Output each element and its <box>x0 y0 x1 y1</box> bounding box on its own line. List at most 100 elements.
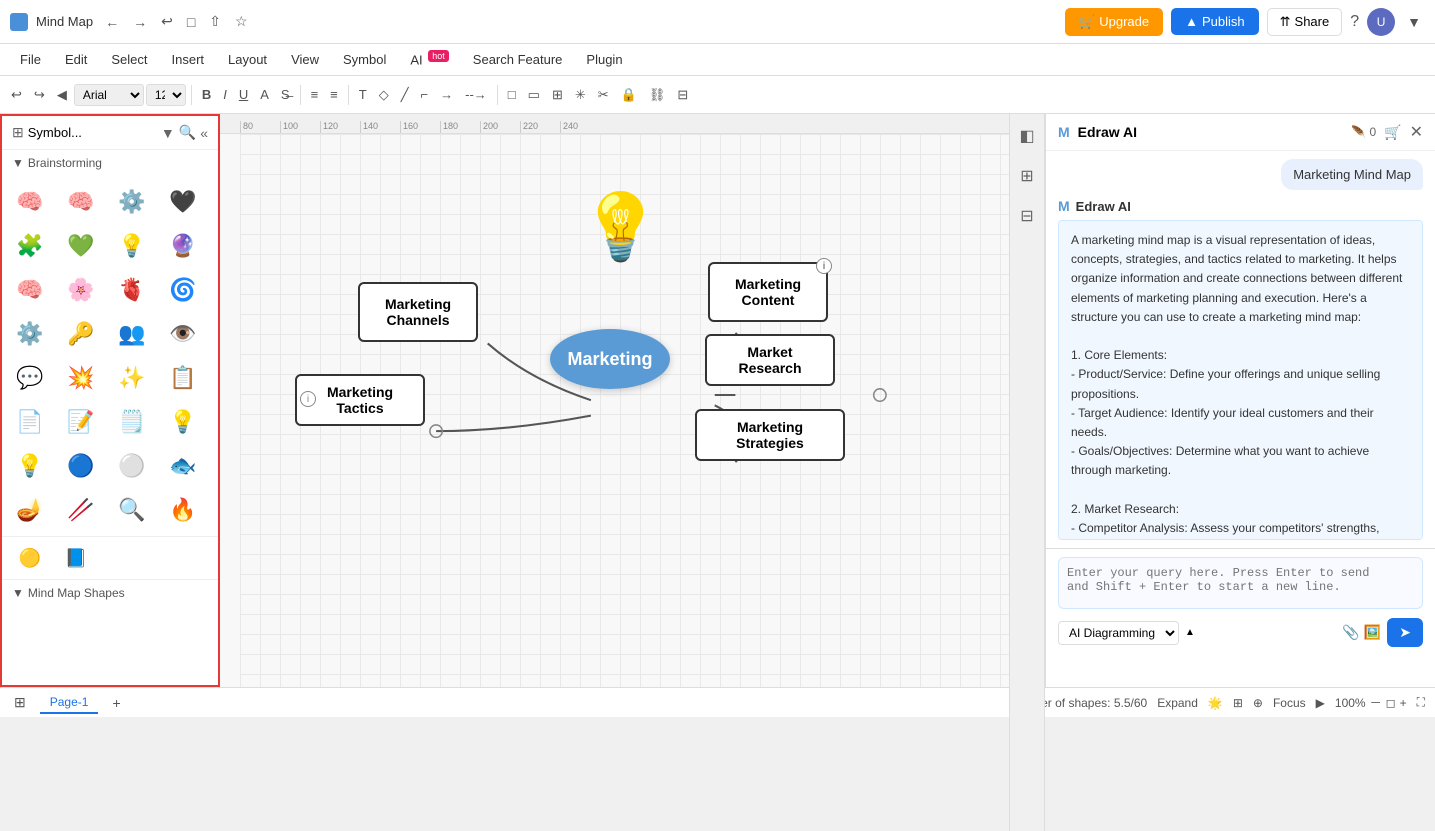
icon-red-brain[interactable]: 🧠 <box>10 270 50 310</box>
icon-teal-brain[interactable]: 💚 <box>61 226 101 266</box>
redo-toolbar[interactable]: ↪ <box>29 84 50 106</box>
icon-list-doc[interactable]: 📄 <box>10 402 50 442</box>
forward-btn[interactable]: → <box>129 12 151 32</box>
style-panel-btn[interactable]: ◧ <box>1015 122 1038 150</box>
icon-gear-head[interactable]: ⚙️ <box>112 182 152 222</box>
menu-symbol[interactable]: Symbol <box>333 48 396 71</box>
underline-btn[interactable]: U <box>234 84 253 105</box>
menu-ai[interactable]: AI hot <box>400 47 458 71</box>
icon-chat-yellow[interactable]: 💬 <box>10 358 50 398</box>
snap-btn[interactable]: ✳ <box>570 84 591 106</box>
icon-key-yellow[interactable]: 🔑 <box>61 314 101 354</box>
help-button[interactable]: ? <box>1350 13 1359 31</box>
menu-edit[interactable]: Edit <box>55 48 97 71</box>
icon-brain-puzzle[interactable]: 🧠 <box>61 182 101 222</box>
icon-doc-cartoon[interactable]: 📋 <box>163 358 203 398</box>
maximize-icon[interactable]: □ <box>183 12 199 32</box>
bold-btn[interactable]: B <box>197 84 216 105</box>
menu-view[interactable]: View <box>281 48 329 71</box>
sidebar-search-btn[interactable]: 🔍 <box>179 124 196 141</box>
icon-dark-head[interactable]: 🖤 <box>163 182 203 222</box>
link-btn[interactable]: ⛓ <box>644 84 671 106</box>
align-btn2[interactable]: ≡ <box>325 84 343 105</box>
publish-button[interactable]: ▲ Publish <box>1171 8 1259 35</box>
menu-insert[interactable]: Insert <box>162 48 215 71</box>
font-size-select[interactable]: 12 <box>146 84 186 106</box>
section-mind-map[interactable]: ▼ Mind Map Shapes <box>2 579 218 606</box>
dash-btn[interactable]: --→ <box>460 84 492 105</box>
fill-btn[interactable]: ◇ <box>374 84 394 106</box>
undo-toolbar[interactable]: ↩ <box>6 84 27 106</box>
icon-bulb-white[interactable]: ⚪ <box>112 446 152 486</box>
prev-toolbar[interactable]: ◀ <box>52 84 72 106</box>
icon-gear-orange[interactable]: ⚙️ <box>10 314 50 354</box>
rp-close-btn[interactable]: ✕ <box>1410 122 1423 142</box>
sidebar-expand-btn[interactable]: ▼ <box>161 125 175 141</box>
node-market-research[interactable]: Market Research <box>705 334 835 386</box>
table-btn[interactable]: ⊟ <box>672 84 693 106</box>
icon-bulb-stand[interactable]: 🪔 <box>10 490 50 530</box>
section-brainstorming[interactable]: ▼ Brainstorming <box>2 150 218 176</box>
menu-layout[interactable]: Layout <box>218 48 277 71</box>
icon-eye-teal[interactable]: 👁️ <box>163 314 203 354</box>
menu-select[interactable]: Select <box>101 48 157 71</box>
shape-yellow-box[interactable]: 🟡 <box>10 543 50 573</box>
zoom-out-btn[interactable]: － <box>1370 694 1382 711</box>
chat-send-btn[interactable]: ➤ <box>1387 618 1423 647</box>
icon-bulb-bright[interactable]: 💡 <box>10 446 50 486</box>
undo-btn[interactable]: ↩ <box>157 11 177 32</box>
font-color-btn[interactable]: A <box>255 84 274 105</box>
ai-mode-select[interactable]: AI Diagramming <box>1058 621 1179 645</box>
dropdown-btn[interactable]: ▼ <box>1403 12 1425 32</box>
grid-view-btn[interactable]: ⊟ <box>1016 202 1037 230</box>
zoom-fit-btn[interactable]: ◻ <box>1386 696 1396 710</box>
lock-btn[interactable]: 🔒 <box>616 84 642 106</box>
page-tab-1[interactable]: Page-1 <box>40 692 99 714</box>
icon-hand-idea[interactable]: 💡 <box>112 226 152 266</box>
layout-btn[interactable]: ⊞ <box>547 84 568 106</box>
crop-btn[interactable]: ✂ <box>593 84 614 106</box>
align-center-btn[interactable]: ≡ <box>306 84 324 105</box>
shape2-btn[interactable]: ▭ <box>523 84 545 106</box>
italic-btn[interactable]: I <box>218 84 232 105</box>
line-btn[interactable]: ╱ <box>396 84 414 106</box>
arrow-btn[interactable]: → <box>435 84 458 105</box>
info-icon-content[interactable]: i <box>816 258 832 274</box>
icon-stick-orange[interactable]: 🥢 <box>61 490 101 530</box>
layers-btn[interactable]: ⊞ <box>1016 162 1037 190</box>
icon-team-orange[interactable]: 👥 <box>112 314 152 354</box>
menu-plugin[interactable]: Plugin <box>576 48 632 71</box>
chat-input-field[interactable] <box>1058 557 1423 609</box>
icon-pink-brain[interactable]: 🌸 <box>61 270 101 310</box>
menu-search-feature[interactable]: Search Feature <box>463 48 573 71</box>
icon-burst-red[interactable]: 💥 <box>61 358 101 398</box>
strikethrough-btn[interactable]: S̶ <box>276 84 295 105</box>
node-marketing-strategies[interactable]: Marketing Strategies <box>695 409 845 461</box>
sidebar-close-btn[interactable]: « <box>200 124 208 141</box>
focus-btn[interactable]: ⊕ <box>1253 696 1263 710</box>
add-page-btn[interactable]: + <box>108 693 124 713</box>
icon-star-yellow[interactable]: ✨ <box>112 358 152 398</box>
expand-btn[interactable]: Expand <box>1157 696 1198 710</box>
menu-file[interactable]: File <box>10 48 51 71</box>
icon-pencil-doc[interactable]: 📝 <box>61 402 101 442</box>
icon-fish-bulb[interactable]: 🐟 <box>163 446 203 486</box>
icon-magnifier[interactable]: 🔍 <box>112 490 152 530</box>
layers-icon-btn[interactable]: ⊞ <box>1233 696 1243 710</box>
icon-spiral-brain[interactable]: 🌀 <box>163 270 203 310</box>
upgrade-button[interactable]: 🛒 Upgrade <box>1065 8 1163 36</box>
text-btn[interactable]: T <box>354 84 372 105</box>
play-btn[interactable]: ▶ <box>1316 696 1325 710</box>
star-icon[interactable]: ☆ <box>231 11 252 32</box>
info-icon-tactics[interactable]: i <box>300 391 316 407</box>
font-select[interactable]: Arial <box>74 84 144 106</box>
avatar[interactable]: U <box>1367 8 1395 36</box>
icon-bulb-yellow[interactable]: 💡 <box>163 402 203 442</box>
page-layout-btn[interactable]: ⊞ <box>10 692 30 713</box>
file-attach-btn[interactable]: 📎 <box>1342 624 1359 641</box>
icon-notepad[interactable]: 🗒️ <box>112 402 152 442</box>
rp-cart-btn[interactable]: 🛒 <box>1384 124 1401 141</box>
icon-flame[interactable]: 🔥 <box>163 490 203 530</box>
icon-puzzle-person[interactable]: 🧩 <box>10 226 50 266</box>
node-marketing-content[interactable]: MarketingContent i <box>708 262 828 322</box>
